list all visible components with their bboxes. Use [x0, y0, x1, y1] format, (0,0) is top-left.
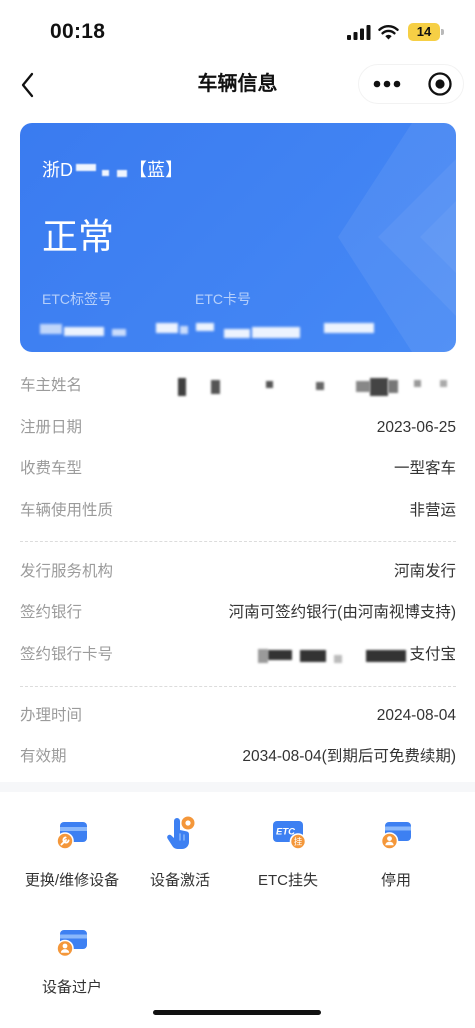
redacted-owner-name [388, 380, 398, 393]
redacted-bank-card [300, 650, 326, 662]
handle-time-value: 2024-08-04 [376, 707, 456, 724]
section-gap [0, 782, 475, 792]
redacted-owner-name [370, 378, 388, 396]
hand-tap-icon [167, 816, 195, 849]
redacted-owner-name [356, 381, 370, 392]
handle-time-label: 办理时间 [20, 707, 83, 724]
vehicle-class-label: 收费车型 [20, 460, 83, 477]
battery-nub [441, 29, 444, 35]
transfer-device-button[interactable]: 设备过户 [18, 920, 126, 999]
activate-device-button[interactable]: 设备激活 [126, 813, 234, 892]
info-row-issuer: 发行服务机构 河南发行 [20, 561, 456, 583]
register-date-value: 2023-06-25 [376, 419, 456, 436]
redacted-card-number [196, 323, 214, 331]
redacted-card-number [324, 323, 374, 333]
card-status: 正常 [42, 216, 115, 257]
wifi-icon [378, 25, 399, 40]
signal-icon [347, 25, 371, 40]
section-divider [20, 686, 456, 687]
vehicle-class-value: 一型客车 [393, 460, 456, 477]
redacted-bank-card [268, 650, 292, 660]
plate-number: 浙D 【蓝】 [42, 158, 183, 182]
redacted-tag-number [64, 327, 104, 336]
etc-report-loss-icon: ETC 挂 [273, 821, 307, 850]
validity-value: 2034-08-04(到期后可免费续期) [242, 748, 456, 765]
redacted-owner-name [178, 378, 186, 396]
activate-device-label: 设备激活 [149, 872, 210, 889]
redacted-card-number [156, 323, 178, 333]
redacted-plate [117, 169, 127, 177]
transfer-device-label: 设备过户 [41, 979, 102, 996]
info-row-validity: 有效期 2034-08-04(到期后可免费续期) [20, 746, 456, 768]
redacted-tag-number [112, 329, 126, 336]
info-row-register-date: 注册日期 2023-06-25 [20, 417, 456, 439]
deactivate-button[interactable]: 停用 [342, 813, 450, 892]
redacted-card-number [180, 326, 188, 334]
report-loss-badge-text: 挂 [294, 837, 303, 847]
info-row-vehicle-class: 收费车型 一型客车 [20, 458, 456, 480]
info-row-handle-time: 办理时间 2024-08-04 [20, 705, 456, 727]
replace-repair-device-button[interactable]: 更换/维修设备 [18, 813, 126, 892]
redacted-card-number [252, 327, 300, 338]
deactivate-label: 停用 [380, 872, 411, 889]
redacted-bank-card [366, 650, 406, 662]
home-indicator[interactable] [153, 1010, 321, 1015]
validity-label: 有效期 [20, 748, 67, 765]
more-dots-icon[interactable] [373, 80, 401, 88]
plate-prefix: 浙D [42, 160, 73, 180]
redacted-plate [102, 170, 109, 176]
issuer-label: 发行服务机构 [20, 563, 114, 580]
bank-card-label: 签约银行卡号 [20, 646, 114, 663]
usage-type-label: 车辆使用性质 [20, 502, 114, 519]
card-person-icon [380, 822, 411, 850]
plate-color: 【蓝】 [129, 160, 183, 180]
redacted-plate [76, 163, 96, 171]
issuer-value: 河南发行 [393, 563, 456, 580]
redacted-card-number [224, 329, 250, 338]
target-circle-icon[interactable] [427, 71, 453, 97]
register-date-label: 注册日期 [20, 419, 83, 436]
owner-name-label: 车主姓名 [20, 377, 83, 394]
etc-report-loss-label: ETC挂失 [257, 872, 318, 889]
info-row-usage-type: 车辆使用性质 非营运 [20, 500, 456, 522]
etc-report-loss-button[interactable]: ETC 挂 ETC挂失 [234, 813, 342, 892]
redacted-owner-name [266, 381, 273, 388]
card-transfer-icon [56, 930, 87, 958]
etc-tag-label: ETC标签号 [42, 291, 112, 307]
usage-type-value: 非营运 [409, 502, 456, 519]
etc-card[interactable]: 浙D 【蓝】 正常 ETC标签号 ETC卡号 [20, 123, 456, 352]
section-divider [20, 541, 456, 542]
redacted-bank-card [334, 655, 342, 663]
redacted-owner-name [211, 380, 220, 394]
redacted-owner-name [316, 382, 324, 390]
status-time: 00:18 [50, 20, 106, 43]
etc-card-no-label: ETC卡号 [195, 291, 251, 307]
info-row-bank: 签约银行 河南可签约银行(由河南视博支持) [20, 602, 456, 624]
bank-card-channel: 支付宝 [409, 646, 456, 663]
redacted-tag-number [40, 324, 62, 334]
replace-repair-device-label: 更换/维修设备 [24, 872, 120, 889]
redacted-bank-card [258, 649, 268, 663]
bank-label: 签约银行 [20, 604, 83, 621]
battery-icon: 14 [408, 23, 440, 41]
card-wrench-icon [56, 822, 87, 850]
bank-value: 河南可签约银行(由河南视博支持) [228, 604, 456, 621]
redacted-owner-name [414, 380, 421, 387]
redacted-owner-name [440, 380, 447, 387]
